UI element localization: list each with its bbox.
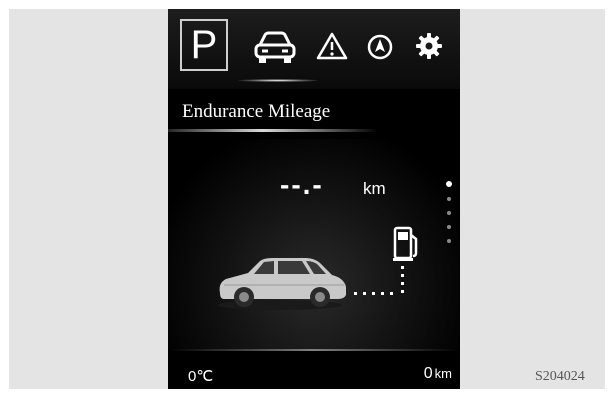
- fuel-pump-icon: [393, 226, 418, 261]
- outside-temperature: 0℃: [188, 368, 214, 385]
- odometer-unit: km: [434, 366, 452, 381]
- car-icon[interactable]: [252, 29, 298, 65]
- active-tab-indicator: [238, 79, 318, 82]
- warning-triangle-icon[interactable]: [316, 31, 348, 61]
- instrument-cluster-screen: P Endurance Mileage --.- km 0℃ 0 km: [168, 9, 460, 389]
- gear-icon[interactable]: [414, 31, 444, 61]
- range-value: --.-: [280, 169, 324, 200]
- title-underline: [168, 129, 378, 132]
- odometer-value: 0: [423, 365, 433, 382]
- range-unit: km: [363, 179, 386, 198]
- page-dot[interactable]: [447, 225, 451, 229]
- gear-indicator: P: [180, 19, 228, 71]
- status-bar-divider: [168, 349, 460, 351]
- range-dotted-path: [354, 266, 404, 295]
- suv-car-image: [218, 258, 346, 310]
- page-dot[interactable]: [447, 211, 451, 215]
- navigation-compass-icon[interactable]: [366, 33, 394, 61]
- odometer: 0 km: [424, 365, 452, 383]
- page-dot[interactable]: [447, 197, 451, 201]
- page-indicator: [446, 181, 454, 261]
- section-title: Endurance Mileage: [182, 101, 331, 122]
- figure-code: S204024: [535, 369, 585, 384]
- page-dot[interactable]: [447, 239, 451, 243]
- page-dot-active[interactable]: [446, 181, 452, 187]
